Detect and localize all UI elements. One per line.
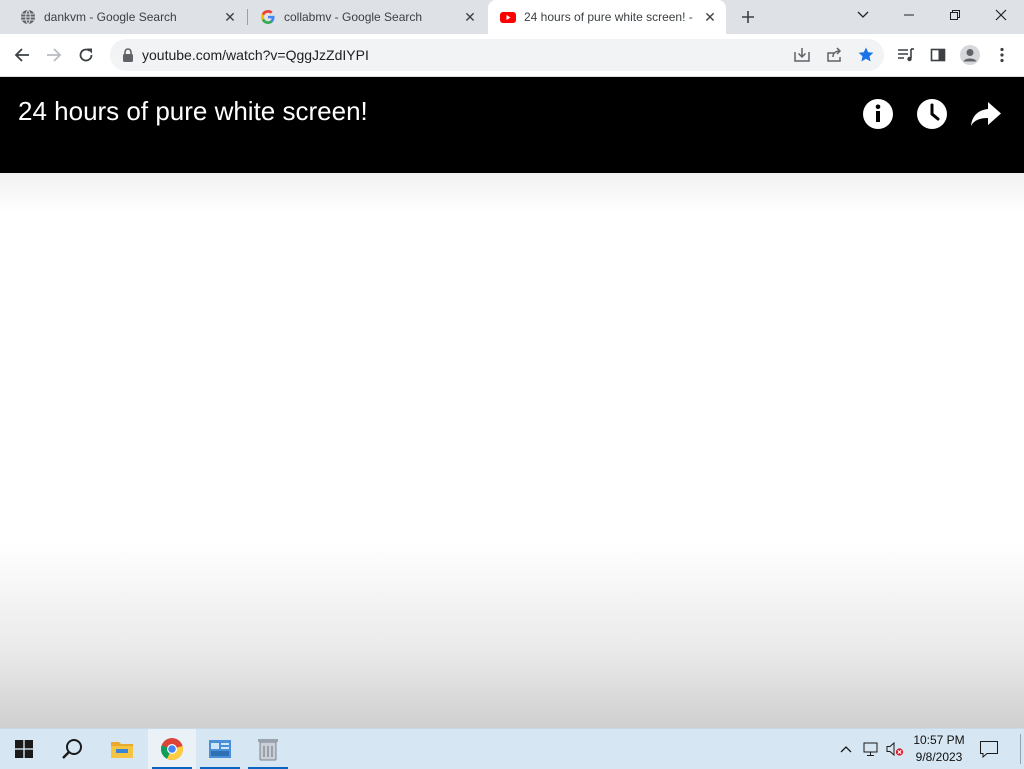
address-bar[interactable]: youtube.com/watch?v=QggJzZdIYPI: [110, 39, 884, 71]
youtube-icon: [500, 9, 516, 25]
tab-dankvm[interactable]: dankvm - Google Search ✕: [8, 0, 246, 34]
watch-later-icon[interactable]: [914, 96, 950, 132]
share-icon[interactable]: [968, 96, 1004, 132]
video-header: 24 hours of pure white screen!: [0, 77, 1024, 173]
show-desktop-button[interactable]: [1016, 729, 1024, 769]
restore-button[interactable]: [932, 0, 978, 30]
recycle-bin-icon[interactable]: [244, 729, 292, 769]
info-icon[interactable]: [860, 96, 896, 132]
video-title[interactable]: 24 hours of pure white screen!: [18, 96, 368, 127]
show-hidden-icons-chevron-icon[interactable]: [836, 729, 856, 769]
start-icon[interactable]: [0, 729, 48, 769]
minimize-button[interactable]: [886, 0, 932, 30]
tab-collabmv[interactable]: collabmv - Google Search ✕: [248, 0, 486, 34]
windows-taskbar: 10:57 PM 9/8/2023: [0, 728, 1024, 769]
chrome-icon[interactable]: [148, 729, 196, 769]
close-tab-icon[interactable]: ✕: [220, 7, 240, 27]
side-panel-button[interactable]: [922, 39, 954, 71]
search-icon[interactable]: [48, 729, 96, 769]
volume-muted-icon[interactable]: [884, 729, 906, 769]
back-button[interactable]: [6, 39, 38, 71]
tab-title: collabmv - Google Search: [284, 10, 423, 24]
video-player[interactable]: [0, 173, 1024, 728]
tab-youtube-active[interactable]: 24 hours of pure white screen! - ✕: [488, 0, 726, 34]
new-tab-button[interactable]: [736, 6, 760, 28]
tab-strip: dankvm - Google Search ✕ collabmv - Goog…: [0, 0, 1024, 34]
network-icon[interactable]: [860, 729, 882, 769]
close-window-button[interactable]: [978, 0, 1024, 30]
close-tab-icon[interactable]: ✕: [700, 7, 720, 27]
close-tab-icon[interactable]: ✕: [460, 7, 480, 27]
media-controls-button[interactable]: [890, 39, 922, 71]
tab-search-button[interactable]: [840, 0, 886, 30]
url-text[interactable]: youtube.com/watch?v=QggJzZdIYPI: [142, 39, 369, 71]
system-clock[interactable]: 10:57 PM 9/8/2023: [908, 732, 970, 766]
file-explorer-icon[interactable]: [98, 729, 146, 769]
tab-title: dankvm - Google Search: [44, 10, 177, 24]
bookmark-star-icon[interactable]: [854, 43, 878, 67]
globe-icon: [20, 9, 36, 25]
lock-icon[interactable]: [120, 47, 136, 63]
clock-time: 10:57 PM: [913, 733, 965, 747]
forward-button[interactable]: [38, 39, 70, 71]
share-page-icon[interactable]: [822, 43, 846, 67]
install-app-icon[interactable]: [790, 43, 814, 67]
google-g-icon: [260, 9, 276, 25]
menu-kebab-icon[interactable]: [986, 39, 1018, 71]
notifications-icon[interactable]: [976, 729, 1002, 769]
tab-title: 24 hours of pure white screen! -: [524, 10, 693, 24]
browser-toolbar: youtube.com/watch?v=QggJzZdIYPI: [0, 34, 1024, 77]
profile-avatar[interactable]: [954, 39, 986, 71]
clock-date: 9/8/2023: [915, 750, 963, 764]
reload-button[interactable]: [70, 39, 102, 71]
control-panel-icon[interactable]: [196, 729, 244, 769]
